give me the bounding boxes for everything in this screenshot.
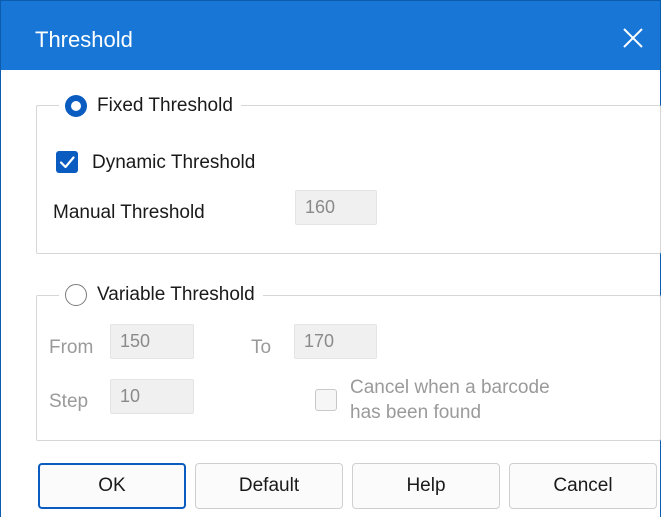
cancel-when-found-checkbox[interactable] [315, 389, 337, 411]
cancel-button[interactable]: Cancel [509, 463, 657, 509]
threshold-dialog: Threshold Fixed Threshold Dynamic Thresh… [0, 0, 661, 518]
cancel-when-found-label: Cancel when a barcode has been found [350, 375, 550, 425]
to-label: To [251, 337, 272, 358]
checkmark-icon [59, 156, 75, 169]
variable-threshold-group [36, 295, 661, 441]
step-label: Step [49, 391, 89, 412]
title-bar: Threshold [1, 1, 660, 70]
step-input[interactable]: 10 [110, 379, 194, 414]
dialog-title: Threshold [35, 27, 133, 52]
close-icon [623, 28, 643, 48]
from-label: From [49, 337, 94, 358]
variable-threshold-radio[interactable] [65, 284, 87, 306]
manual-threshold-input[interactable]: 160 [295, 190, 377, 225]
fixed-threshold-radio[interactable] [65, 95, 87, 117]
dynamic-threshold-label: Dynamic Threshold [92, 152, 256, 173]
dynamic-threshold-checkbox[interactable] [56, 151, 78, 173]
cancel-when-found-line2: has been found [350, 402, 482, 423]
close-button[interactable] [620, 25, 646, 51]
dialog-body: Fixed Threshold Dynamic Threshold Manual… [1, 70, 661, 518]
cancel-when-found-line1: Cancel when a barcode [350, 377, 550, 398]
from-input[interactable]: 150 [110, 324, 194, 359]
help-button[interactable]: Help [352, 463, 500, 509]
ok-button[interactable]: OK [38, 463, 186, 509]
fixed-threshold-label: Fixed Threshold [97, 95, 233, 116]
manual-threshold-label: Manual Threshold [53, 202, 205, 223]
variable-threshold-label: Variable Threshold [97, 284, 255, 305]
fixed-threshold-option[interactable]: Fixed Threshold [59, 91, 241, 121]
variable-threshold-option[interactable]: Variable Threshold [59, 280, 263, 310]
fixed-threshold-group [36, 105, 661, 254]
to-input[interactable]: 170 [294, 324, 377, 359]
default-button[interactable]: Default [195, 463, 343, 509]
